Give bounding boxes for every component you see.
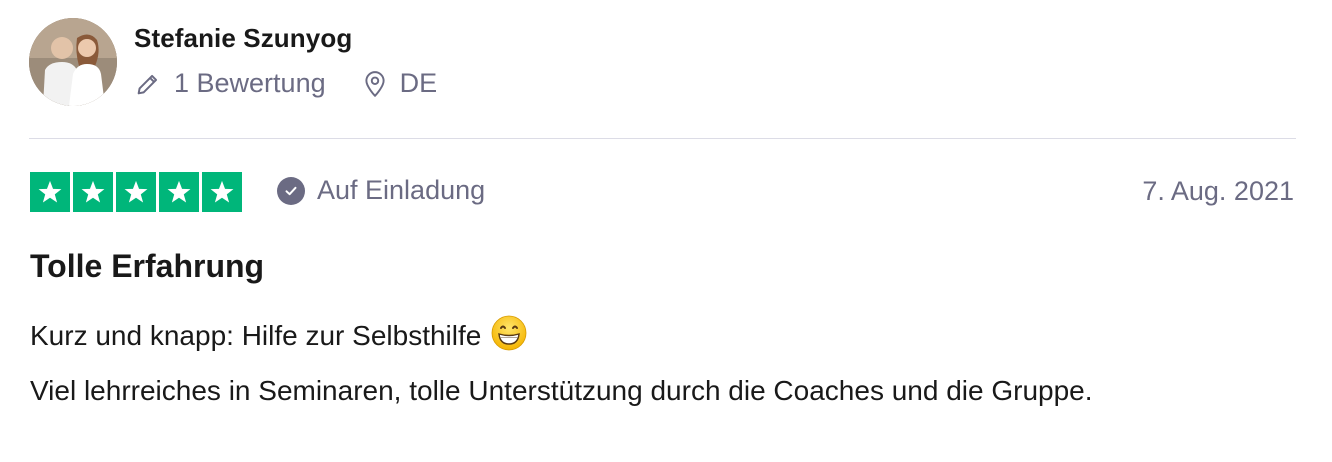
star-icon <box>116 172 156 212</box>
reviewer-meta: 1 Bewertung DE <box>134 68 437 99</box>
review-body: Kurz und knapp: Hilfe zur Selbsthilfe Vi… <box>30 311 1280 415</box>
grinning-emoji-icon <box>491 315 527 366</box>
reviews-count-label: 1 Bewertung <box>174 68 326 98</box>
star-icon <box>202 172 242 212</box>
star-icon <box>30 172 70 212</box>
star-icon <box>159 172 199 212</box>
reviewer-name[interactable]: Stefanie Szunyog <box>134 23 352 54</box>
divider <box>29 138 1296 139</box>
review-title[interactable]: Tolle Erfahrung <box>30 248 264 285</box>
star-rating <box>30 172 242 212</box>
check-circle-icon <box>277 176 305 205</box>
verification-label: Auf Einladung <box>317 175 486 205</box>
star-icon <box>73 172 113 212</box>
verification-badge[interactable]: Auf Einladung <box>277 175 485 206</box>
pencil-icon <box>137 74 158 94</box>
location-pin-icon <box>365 70 385 97</box>
review-text-line: Kurz und knapp: Hilfe zur Selbsthilfe <box>30 311 1280 366</box>
country-label: DE <box>399 68 438 98</box>
review-text-line-1: Kurz und knapp: Hilfe zur Selbsthilfe <box>30 320 482 351</box>
reviewer-country: DE <box>362 68 438 99</box>
avatar[interactable] <box>29 18 117 106</box>
review-date: 7. Aug. 2021 <box>1142 176 1294 206</box>
reviews-count: 1 Bewertung <box>134 68 326 99</box>
review-text-line-2: Viel lehrreiches in Seminaren, tolle Unt… <box>30 375 1093 406</box>
